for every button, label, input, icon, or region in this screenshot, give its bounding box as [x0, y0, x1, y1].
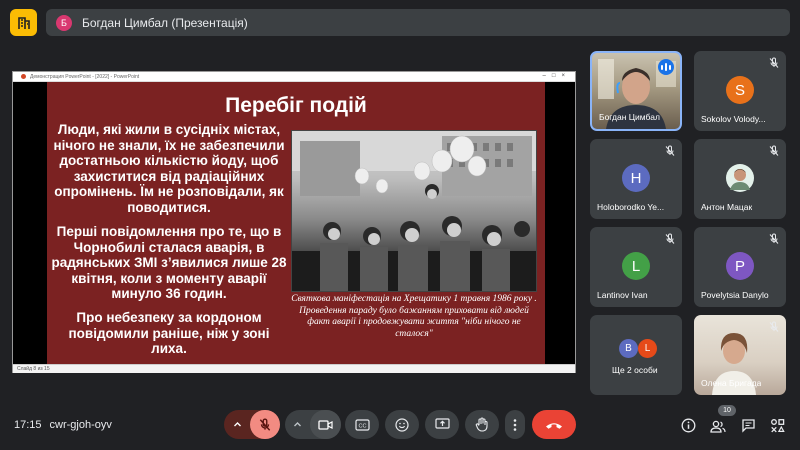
hand-icon	[475, 417, 488, 432]
mic-off-icon	[769, 57, 779, 68]
mic-off-icon	[769, 321, 779, 332]
powerpoint-icon	[21, 74, 26, 79]
participant-tile[interactable]: Антон Мацак	[694, 139, 786, 219]
emoji-icon	[395, 417, 409, 432]
microphone-toggle-button[interactable]	[250, 410, 280, 439]
participant-name: Ще 2 особи	[612, 365, 658, 375]
present-screen-button[interactable]	[425, 410, 459, 439]
more-vert-icon	[513, 418, 517, 431]
participant-tile[interactable]: Олена Бригада	[694, 315, 786, 395]
chevron-up-icon	[234, 422, 241, 427]
mic-off-icon	[769, 145, 779, 156]
closed-captions-icon: CC	[354, 418, 370, 431]
raise-hand-button[interactable]	[465, 410, 499, 439]
participant-tile-host[interactable]: Богдан Цимбал	[590, 51, 682, 131]
window-controls: –□×	[543, 73, 571, 79]
slide-paragraph-1: Люди, які жили в сусідніх містах, нічого…	[53, 122, 285, 215]
chevron-up-icon	[294, 422, 301, 427]
speaking-indicator-icon	[658, 59, 674, 75]
info-icon	[681, 418, 695, 432]
participant-tile-others[interactable]: B L Ще 2 особи	[590, 315, 682, 395]
chat-icon	[741, 418, 755, 433]
people-button[interactable]	[709, 418, 727, 436]
camera-toggle-button[interactable]	[310, 410, 341, 439]
minimize-icon: –	[542, 73, 552, 79]
participant-tile[interactable]: P Povelytsia Danylo	[694, 227, 786, 307]
slide-area: Перебіг подій Люди, які жили в сусідніх …	[13, 82, 575, 364]
mic-off-icon	[665, 233, 675, 244]
phone-hangup-icon	[546, 422, 562, 429]
participant-avatar: S	[726, 76, 754, 104]
slide-paragraph-3: Про небезпеку за кордоном повідомили ран…	[68, 310, 270, 357]
participant-tile[interactable]: S Sokolov Volody...	[694, 51, 786, 131]
slide-paragraph-2: Перші повідомлення про те, що в Чорнобил…	[51, 224, 287, 302]
svg-text:CC: CC	[358, 423, 366, 429]
slide: Перебіг подій Люди, які жили в сусідніх …	[47, 82, 545, 364]
building-icon	[17, 16, 30, 29]
shared-screen: Демонстрация PowerPoint - [2022] - Power…	[12, 71, 576, 373]
meeting-code[interactable]: cwr-gjoh-oyv	[50, 419, 112, 431]
slide-title: Перебіг подій	[225, 94, 367, 117]
mic-off-icon	[769, 233, 779, 244]
captions-button[interactable]: CC	[345, 410, 379, 439]
presentation-title: Богдан Цимбал (Презентація)	[82, 15, 248, 30]
presentation-title-bar[interactable]: Б Богдан Цимбал (Презентація)	[46, 9, 790, 36]
activities-button[interactable]	[768, 416, 786, 434]
participant-photo-avatar	[726, 164, 754, 192]
participant-count-badge: 10	[718, 405, 736, 416]
photo-caption: Святкова маніфестація на Хрещатику 1 тра…	[291, 294, 537, 339]
meeting-details-button[interactable]	[679, 416, 697, 434]
historical-photo	[291, 130, 537, 292]
activities-icon	[770, 418, 785, 432]
participant-name: Povelytsia Danylo	[701, 290, 769, 300]
participant-name: Антон Мацак	[701, 202, 753, 212]
mic-off-icon	[259, 418, 271, 431]
reactions-button[interactable]	[385, 410, 419, 439]
powerpoint-status-bar: Слайд 8 из 15	[13, 364, 575, 373]
participant-tile[interactable]: L Lantinov Ivan	[590, 227, 682, 307]
participant-avatar: P	[726, 252, 754, 280]
mic-off-icon	[665, 145, 675, 156]
presenter-avatar: Б	[56, 14, 72, 31]
participant-avatar: B	[619, 339, 638, 358]
participant-name: Олена Бригада	[701, 378, 762, 388]
participant-avatar: H	[622, 164, 650, 192]
participant-name: Holoborodko Ye...	[597, 202, 665, 212]
meet-logo	[10, 9, 37, 36]
camera-icon	[318, 419, 333, 430]
participant-name: Sokolov Volody...	[701, 114, 766, 124]
people-icon	[710, 420, 726, 433]
close-icon: ×	[561, 73, 571, 79]
participant-name: Lantinov Ivan	[597, 290, 648, 300]
participant-avatar: L	[638, 339, 657, 358]
participant-avatar: L	[622, 252, 650, 280]
more-options-button[interactable]	[505, 410, 525, 439]
powerpoint-window-title: Демонстрация PowerPoint - [2022] - Power…	[30, 73, 140, 80]
participant-name: Богдан Цимбал	[599, 112, 660, 122]
clock-time: 17:15	[14, 419, 42, 431]
participant-tile[interactable]: H Holoborodko Ye...	[590, 139, 682, 219]
meeting-info: 17:15 cwr-gjoh-oyv	[14, 419, 112, 431]
powerpoint-titlebar: Демонстрация PowerPoint - [2022] - Power…	[13, 72, 575, 82]
chat-button[interactable]	[739, 416, 757, 434]
present-screen-icon	[434, 418, 450, 429]
leave-call-button[interactable]	[532, 410, 576, 439]
